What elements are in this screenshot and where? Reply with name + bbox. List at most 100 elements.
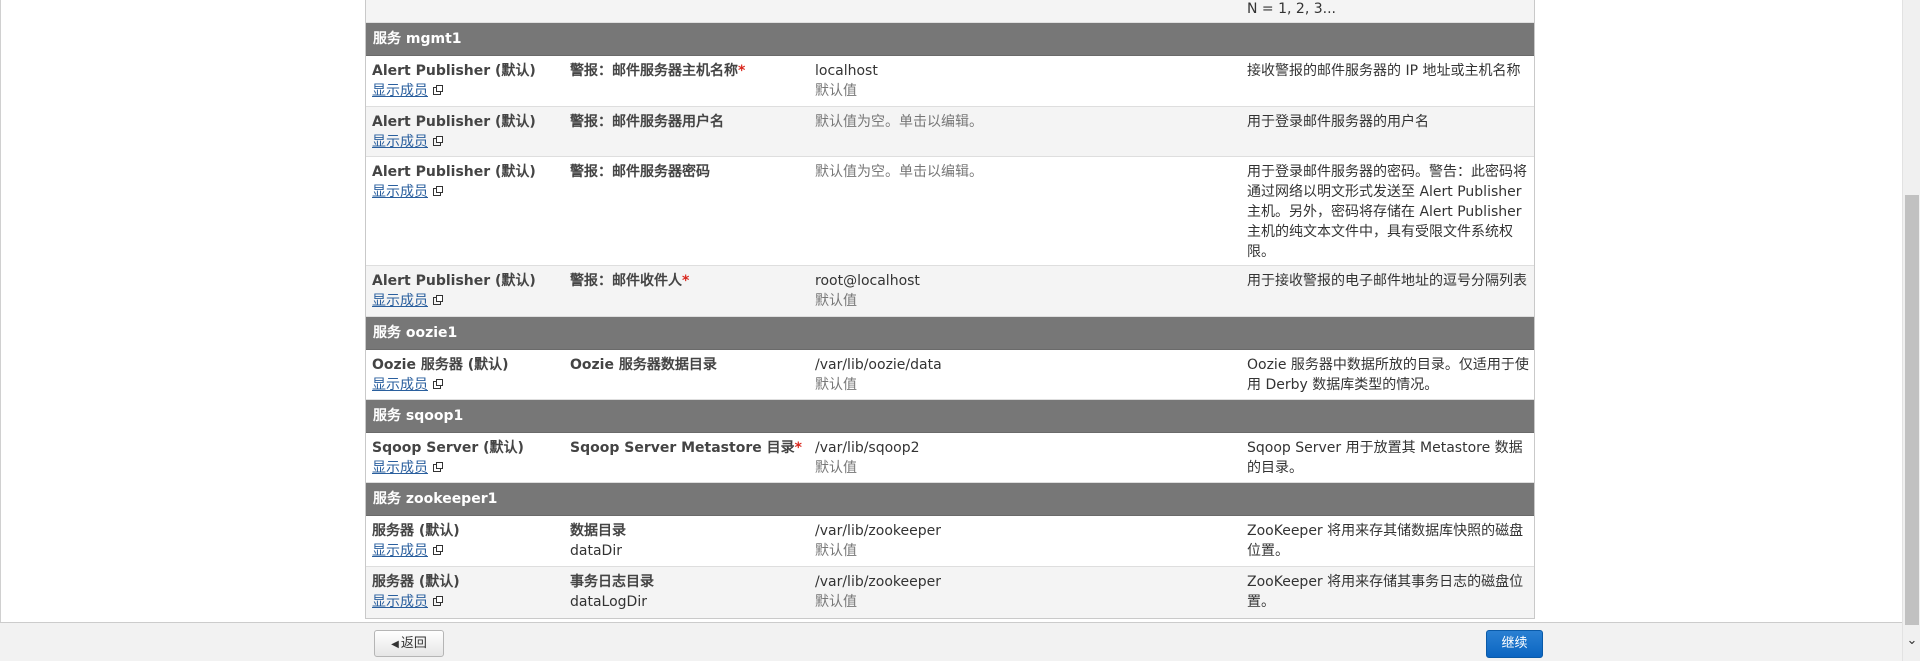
property-name-cell: 警报：邮件服务器用户名 bbox=[570, 112, 806, 132]
role-name: Alert Publisher (默认) bbox=[372, 63, 536, 79]
value-cell[interactable]: 默认值为空。单击以编辑。 bbox=[815, 112, 1235, 132]
property-value[interactable]: root@localhost bbox=[815, 271, 1235, 291]
external-link-icon bbox=[433, 295, 443, 305]
show-members-link[interactable]: 显示成员 bbox=[372, 377, 428, 393]
scrollbar-thumb[interactable] bbox=[1905, 195, 1919, 625]
property-name-cell: 警报：邮件服务器主机名称* bbox=[570, 61, 806, 81]
property-name-text: Sqoop Server Metastore 目录 bbox=[570, 440, 795, 456]
description-cell: 用于登录邮件服务器的密码。警告：此密码将通过网络以明文形式发送至 Alert P… bbox=[1247, 164, 1527, 260]
property-name: Sqoop Server Metastore 目录* bbox=[570, 438, 806, 458]
property-name: Oozie 服务器数据目录 bbox=[570, 357, 717, 373]
default-value-note: 默认值 bbox=[815, 594, 857, 610]
default-value-note: 默认值 bbox=[815, 543, 857, 559]
value-cell[interactable]: /var/lib/zookeeper 默认值 bbox=[815, 572, 1235, 612]
config-row: Sqoop Server (默认) 显示成员 Sqoop Server Meta… bbox=[366, 433, 1534, 483]
previous-row-stub: N = 1, 2, 3... bbox=[366, 0, 1534, 23]
property-name: 警报：邮件服务器用户名 bbox=[570, 114, 724, 130]
description-cell: 用于接收警报的电子邮件地址的逗号分隔列表 bbox=[1247, 273, 1527, 289]
role-name: Oozie 服务器 (默认) bbox=[372, 357, 509, 373]
description-cell: ZooKeeper 将用来存储其事务日志的磁盘位置。 bbox=[1247, 574, 1524, 610]
default-value-note: 默认值 bbox=[815, 460, 857, 476]
required-marker: * bbox=[682, 273, 690, 289]
role-cell: Alert Publisher (默认) 显示成员 bbox=[372, 112, 562, 152]
required-marker: * bbox=[738, 63, 746, 79]
external-link-icon bbox=[433, 136, 443, 146]
show-members-link[interactable]: 显示成员 bbox=[372, 83, 428, 99]
property-value[interactable]: localhost bbox=[815, 61, 1235, 81]
role-name: Alert Publisher (默认) bbox=[372, 114, 536, 130]
property-key: dataDir bbox=[570, 543, 622, 559]
role-name: Alert Publisher (默认) bbox=[372, 273, 536, 289]
external-link-icon bbox=[433, 545, 443, 555]
config-row: Alert Publisher (默认) 显示成员 警报：邮件服务器密码 默认值… bbox=[366, 157, 1534, 266]
external-link-icon bbox=[433, 186, 443, 196]
section-header-sqoop1: 服务 sqoop1 bbox=[366, 400, 1534, 433]
config-row: Alert Publisher (默认) 显示成员 警报：邮件服务器用户名 默认… bbox=[366, 107, 1534, 157]
description-cell: Sqoop Server 用于放置其 Metastore 数据的目录。 bbox=[1247, 440, 1523, 476]
show-members-link[interactable]: 显示成员 bbox=[372, 184, 428, 200]
section-header-mgmt1: 服务 mgmt1 bbox=[366, 23, 1534, 56]
property-name: 警报：邮件服务器密码 bbox=[570, 164, 710, 180]
property-name: 警报：邮件服务器主机名称* bbox=[570, 61, 806, 81]
external-link-icon bbox=[433, 596, 443, 606]
review-config-table: N = 1, 2, 3... 服务 mgmt1 Alert Publisher … bbox=[365, 0, 1535, 619]
section-header-oozie1: 服务 oozie1 bbox=[366, 317, 1534, 350]
show-members-link[interactable]: 显示成员 bbox=[372, 460, 428, 476]
config-row: Alert Publisher (默认) 显示成员 警报：邮件收件人* root… bbox=[366, 266, 1534, 317]
property-name-cell: 数据目录 dataDir bbox=[570, 521, 806, 561]
external-link-icon bbox=[433, 379, 443, 389]
role-cell: Alert Publisher (默认) 显示成员 bbox=[372, 61, 562, 101]
required-marker: * bbox=[794, 440, 802, 456]
value-cell[interactable]: 默认值为空。单击以编辑。 bbox=[815, 162, 1235, 182]
show-members-link[interactable]: 显示成员 bbox=[372, 543, 428, 559]
empty-value-hint[interactable]: 默认值为空。单击以编辑。 bbox=[815, 112, 1235, 132]
role-cell: Alert Publisher (默认) 显示成员 bbox=[372, 162, 562, 202]
property-name: 警报：邮件收件人* bbox=[570, 271, 806, 291]
property-name-cell: 警报：邮件收件人* bbox=[570, 271, 806, 291]
property-name-cell: 警报：邮件服务器密码 bbox=[570, 162, 806, 182]
description-cell: ZooKeeper 将用来存其储数据库快照的磁盘位置。 bbox=[1247, 523, 1524, 559]
default-value-note: 默认值 bbox=[815, 83, 857, 99]
property-value[interactable]: /var/lib/zookeeper bbox=[815, 572, 1235, 592]
continue-button[interactable]: 继续 bbox=[1486, 630, 1543, 658]
value-cell[interactable]: root@localhost 默认值 bbox=[815, 271, 1235, 311]
config-row: 服务器 (默认) 显示成员 事务日志目录 dataLogDir /var/lib… bbox=[366, 567, 1534, 618]
value-cell[interactable]: /var/lib/oozie/data 默认值 bbox=[815, 355, 1235, 395]
role-name: 服务器 (默认) bbox=[372, 574, 460, 590]
role-cell: 服务器 (默认) 显示成员 bbox=[372, 572, 562, 612]
show-members-link[interactable]: 显示成员 bbox=[372, 134, 428, 150]
role-cell: Alert Publisher (默认) 显示成员 bbox=[372, 271, 562, 311]
config-row: Oozie 服务器 (默认) 显示成员 Oozie 服务器数据目录 /var/l… bbox=[366, 350, 1534, 400]
config-row: 服务器 (默认) 显示成员 数据目录 dataDir /var/lib/zook… bbox=[366, 516, 1534, 567]
chevron-down-icon[interactable]: ⌄ bbox=[1904, 633, 1920, 649]
property-value[interactable]: /var/lib/oozie/data bbox=[815, 355, 1235, 375]
property-value[interactable]: /var/lib/sqoop2 bbox=[815, 438, 1235, 458]
default-value-note: 默认值 bbox=[815, 377, 857, 393]
property-name-cell: Sqoop Server Metastore 目录* bbox=[570, 438, 806, 458]
role-name: Alert Publisher (默认) bbox=[372, 164, 536, 180]
show-members-link[interactable]: 显示成员 bbox=[372, 293, 428, 309]
empty-value-hint[interactable]: 默认值为空。单击以编辑。 bbox=[815, 162, 1235, 182]
role-name: Sqoop Server (默认) bbox=[372, 440, 524, 456]
role-cell: 服务器 (默认) 显示成员 bbox=[372, 521, 562, 561]
property-name-cell: Oozie 服务器数据目录 bbox=[570, 355, 806, 375]
back-button[interactable]: ◀ 返回 bbox=[374, 630, 444, 657]
role-name: 服务器 (默认) bbox=[372, 523, 460, 539]
property-name: 数据目录 bbox=[570, 523, 626, 539]
value-cell[interactable]: /var/lib/zookeeper 默认值 bbox=[815, 521, 1235, 561]
role-cell: Sqoop Server (默认) 显示成员 bbox=[372, 438, 562, 478]
config-row: Alert Publisher (默认) 显示成员 警报：邮件服务器主机名称* … bbox=[366, 56, 1534, 107]
value-cell[interactable]: /var/lib/sqoop2 默认值 bbox=[815, 438, 1235, 478]
description-cell: Oozie 服务器中数据所放的目录。仅适用于使用 Derby 数据库类型的情况。 bbox=[1247, 357, 1529, 393]
property-value[interactable]: /var/lib/zookeeper bbox=[815, 521, 1235, 541]
skip-back-icon: ◀ bbox=[391, 639, 399, 650]
vertical-scrollbar[interactable]: ⌄ bbox=[1902, 0, 1920, 661]
property-name-text: 警报：邮件收件人 bbox=[570, 273, 682, 289]
show-members-link[interactable]: 显示成员 bbox=[372, 594, 428, 610]
property-key: dataLogDir bbox=[570, 594, 647, 610]
value-cell[interactable]: localhost 默认值 bbox=[815, 61, 1235, 101]
description-cell: 接收警报的邮件服务器的 IP 地址或主机名称 bbox=[1247, 63, 1521, 79]
back-button-label: 返回 bbox=[400, 636, 427, 651]
external-link-icon bbox=[433, 85, 443, 95]
external-link-icon bbox=[433, 462, 443, 472]
